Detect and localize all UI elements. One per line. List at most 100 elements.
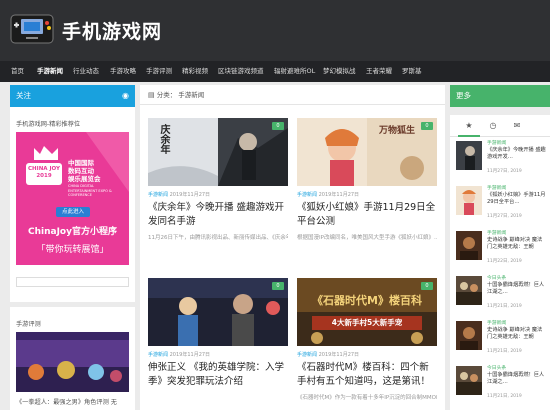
list-item-title[interactable]: 十国争霸烽烟再燃！巨人江湖之… [487, 372, 547, 386]
promo-enter-button[interactable]: 点此进入 [56, 207, 90, 217]
more-panel-title: 更多 [456, 91, 471, 100]
list-item-title[interactable]: 《庆余年》今晚开播 盛趣游戏开发… [487, 147, 547, 161]
list-item-date: 11月21日, 2019 [487, 304, 522, 309]
list-item-category[interactable]: 今日头条 [487, 364, 506, 371]
list-item-title[interactable]: 十国争霸烽烟再燃！巨人江湖之… [487, 282, 547, 296]
list-item-thumbnail [456, 366, 482, 395]
article-category[interactable]: 手游新闻 [148, 192, 168, 198]
article-thumbnail[interactable]: 庆余年 0 [148, 118, 288, 186]
promo-logo-text: CHINA JOY 2019 [27, 166, 61, 180]
nav-item-fallout[interactable]: 辐射避难所OL [274, 61, 315, 82]
nav-item-industry[interactable]: 行业动态 [73, 61, 99, 82]
article-title[interactable]: 《狐妖小红娘》手游11月29日全平台公测 [297, 201, 437, 229]
nav-item-videos[interactable]: 精彩视频 [182, 61, 208, 82]
chinajoy-promo[interactable]: 中国国际 数码互动 娱乐展览会 CHINA JOY 2019 CHINA DIG… [16, 132, 129, 294]
nav-item-blockchain[interactable]: 区块链游戏频道 [218, 61, 264, 82]
site-logo-text: 手机游戏网 [62, 21, 163, 43]
promo-year: 2019 [36, 173, 52, 179]
breadcrumb: ▤ 分类： 手游新闻 [140, 85, 445, 105]
article-title[interactable]: 《庆余年》今晚开播 盛趣游戏开发同名手游 [148, 201, 288, 229]
tab-comments-mail-icon[interactable]: ✉ [506, 115, 528, 137]
list-item[interactable]: 今日头条 十国争霸烽烟再燃！巨人江湖之… 11月21日, 2019 [450, 362, 550, 402]
article-date: 2019年11月27日 [169, 352, 211, 358]
thumb-overlay-text: 《石器时代M》楼百科 [312, 294, 422, 307]
tab-popular-star-icon[interactable]: ★ [458, 115, 480, 137]
site-logo[interactable]: 手机游戏网 [10, 10, 170, 50]
comment-count-badge: 0 [421, 122, 433, 130]
list-item-title[interactable]: 史诗战争 巅峰对决 魔法门之英雄无敌：王朝 [487, 237, 547, 251]
list-item-date: 11月21日, 2019 [487, 349, 522, 354]
list-item-category[interactable]: 今日头条 [487, 274, 506, 281]
article-thumbnail[interactable]: 0 [148, 278, 288, 346]
nav-item-langrisser[interactable]: 梦幻模拟战 [323, 61, 356, 82]
list-item-category[interactable]: 手游新闻 [487, 139, 506, 146]
thumb-overlay-subtext: 4大新手村5大新手宠 [331, 318, 403, 327]
article-category[interactable]: 手游新闻 [148, 352, 168, 358]
list-item[interactable]: 手游新闻 史诗战争 巅峰对决 魔法门之英雄无敌：王朝 11月21日, 2019 [450, 317, 550, 357]
nav-item-luosiji[interactable]: 罗斯基 [402, 61, 422, 82]
nav-item-home[interactable]: 首页 [11, 61, 24, 82]
article-meta: 手游新闻 2019年11月27日 [148, 351, 210, 358]
thumb-overlay-text: 庆余年 [158, 124, 169, 154]
article-category[interactable]: 手游新闻 [297, 192, 317, 198]
nav-item-honor-of-kings[interactable]: 王者荣耀 [366, 61, 392, 82]
thumb-image [297, 278, 437, 346]
breadcrumb-category[interactable]: 手游新闻 [178, 91, 204, 99]
promo-en-text: CHINA DIGITAL ENTERTAINMENT EXPO & CONFE… [68, 184, 112, 197]
recommend-label: 手机游戏网-精彩推荐位 [16, 121, 81, 128]
focus-panel-header: 关注 ◉ [10, 85, 135, 107]
list-item[interactable]: 手游新闻 史诗战争 巅峰对决 魔法门之英雄无敌：王朝 11月22日, 2019 [450, 227, 550, 267]
article-card[interactable]: 0 手游新闻 2019年11月27日 伸张正义 《我的英雄学院：入学季》突发犯罪… [148, 278, 288, 410]
article-title[interactable]: 《石器时代M》楼百科：四个新手村有五个知道吗，这是第讯！ [297, 361, 437, 389]
article-thumbnail[interactable]: 《石器时代M》楼百科 4大新手村5大新手宠 0 [297, 278, 437, 346]
list-item-thumbnail [456, 231, 482, 260]
list-item-category[interactable]: 手游新闻 [487, 184, 506, 191]
review-thumb-image [16, 332, 129, 392]
list-item-thumbnail [456, 186, 482, 215]
article-meta: 手游新闻 2019年11月27日 [297, 191, 359, 198]
list-item-date: 11月27日, 2019 [487, 169, 522, 174]
promo-cn-line1: 中国国际 [68, 159, 94, 167]
article-date: 2019年11月27日 [169, 192, 211, 198]
list-item-title[interactable]: 史诗战争 巅峰对决 魔法门之英雄无敌：王朝 [487, 327, 547, 341]
list-item-category[interactable]: 手游新闻 [487, 319, 506, 326]
article-category[interactable]: 手游新闻 [297, 352, 317, 358]
nav-item-mobile-news[interactable]: 手游新闻 [37, 61, 63, 82]
list-item-category[interactable]: 手游新闻 [487, 229, 506, 236]
article-card[interactable]: 万物狐生 0 手游新闻 2019年11月27日 《狐妖小红娘》手游11月29日全… [297, 118, 437, 243]
promo-cn-line2: 数码互动 [68, 167, 94, 175]
list-item-date: 11月21日, 2019 [487, 394, 522, 399]
promo-title: ChinaJoy官方小程序 [28, 227, 117, 237]
promo-search-bar[interactable] [16, 277, 129, 287]
list-item[interactable]: 今日头条 十国争霸烽烟再燃！巨人江湖之… 11月21日, 2019 [450, 272, 550, 312]
article-thumbnail[interactable]: 万物狐生 0 [297, 118, 437, 186]
right-article-list: 手游新闻 《庆余年》今晚开播 盛趣游戏开发… 11月27日, 2019 手游新闻… [450, 137, 550, 410]
breadcrumb-prefix: 分类： [156, 91, 177, 99]
promo-caption: ChinaJoy官方小程序 「带你玩转展馆」 [16, 220, 129, 265]
list-item-thumbnail [456, 321, 482, 350]
site-header: 手机游戏网 [0, 0, 550, 61]
article-title[interactable]: 伸张正义 《我的英雄学院：入学季》突发犯罪玩法介绍 [148, 361, 288, 389]
article-date: 2019年11月27日 [318, 192, 360, 198]
nav-item-reviews[interactable]: 手游评测 [146, 61, 172, 82]
more-panel-header: 更多 [450, 85, 550, 107]
nav-item-guides[interactable]: 手游攻略 [110, 61, 136, 82]
tab-recent-clock-icon[interactable]: ◷ [482, 115, 504, 137]
list-item[interactable]: 手游新闻 《庆余年》今晚开播 盛趣游戏开发… 11月27日, 2019 [450, 137, 550, 177]
focus-panel-title: 关注 [16, 91, 31, 100]
review-thumbnail[interactable] [16, 332, 129, 392]
review-caption[interactable]: 《一拳超人：最强之男》角色评测 无 [10, 397, 135, 406]
article-excerpt: 11月26日下午，由腾讯影视出品、新丽传媒出品、《庆余年》… [148, 235, 288, 241]
list-item-date: 11月22日, 2019 [487, 259, 522, 264]
list-item-title[interactable]: 《狐妖小红娘》手游11月29日全平台… [487, 192, 547, 206]
article-card[interactable]: 《石器时代M》楼百科 4大新手村5大新手宠 0 手游新闻 2019年11月27日… [297, 278, 437, 410]
right-tab-bar: ★ ◷ ✉ [450, 115, 550, 137]
promo-subtitle: 「带你玩转展馆」 [36, 245, 109, 255]
rss-icon[interactable]: ◉ [122, 85, 129, 107]
reviews-section-label: 手游评测 [16, 321, 41, 328]
list-item-thumbnail [456, 141, 482, 170]
list-item[interactable]: 手游新闻 《狐妖小红娘》手游11月29日全平台… 11月27日, 2019 [450, 182, 550, 222]
article-date: 2019年11月27日 [318, 352, 360, 358]
reviews-box: 手游评测 《一拳超人：最强之男》角色评测 无 [10, 307, 135, 410]
article-card[interactable]: 庆余年 0 手游新闻 2019年11月27日 《庆余年》今晚开播 盛趣游戏开发同… [148, 118, 288, 243]
